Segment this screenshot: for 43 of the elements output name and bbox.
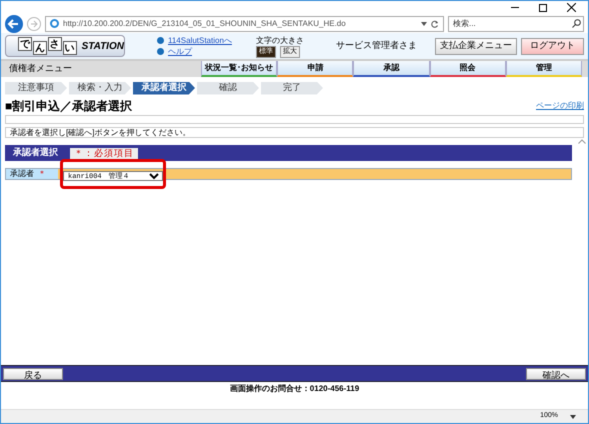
logo-character: さ: [48, 37, 62, 51]
nav-tab[interactable]: 状況一覧･お知らせ: [201, 61, 278, 77]
url-text: http://10.200.200.2/DEN/G_213104_05_01_SHOUNIN_SHA_SENTAKU_HE.do: [63, 18, 347, 30]
close-icon[interactable]: [567, 3, 576, 12]
nav-tab[interactable]: 管理: [506, 61, 582, 77]
menu-label: 債権者メニュー: [8, 62, 73, 76]
contact-text: 画面操作のお問合せ：0120-456-119: [228, 383, 360, 395]
step-item: 承認者選択: [133, 82, 195, 94]
logo-character: ん: [32, 41, 47, 55]
logo-word: STATION: [82, 40, 124, 54]
instruction-text: 承認者を選択し[確認へ]ボタンを押してください。: [5, 127, 584, 138]
section-title: 承認者選択: [13, 146, 58, 160]
refresh-icon[interactable]: [431, 20, 439, 28]
nav-tab[interactable]: 承認: [353, 61, 430, 77]
print-link[interactable]: ページの印刷: [536, 100, 584, 112]
nav-tab[interactable]: 申請: [277, 61, 354, 77]
menu-button[interactable]: 支払企業メニュー: [435, 38, 517, 54]
address-bar[interactable]: http://10.200.200.2/DEN/G_213104_05_01_SHOUNIN_SHA_SENTAKU_HE.do: [45, 16, 444, 32]
step-item: 検索・入力: [69, 82, 131, 94]
nav-tab[interactable]: 照会: [430, 61, 506, 77]
next-button[interactable]: 確認へ: [526, 368, 586, 380]
required-mark: ＊: [38, 168, 46, 180]
dropdown-icon[interactable]: [421, 22, 427, 26]
scroll-up-icon[interactable]: [578, 139, 586, 144]
page-title: ■割引申込／承認者選択: [5, 100, 132, 112]
step-item: 注意事項: [5, 82, 67, 94]
step-item: 完了: [261, 82, 323, 94]
maximize-icon[interactable]: [539, 4, 547, 12]
logout-button[interactable]: ログアウト: [521, 38, 584, 54]
user-name: サービス管理者さま: [336, 39, 417, 52]
search-field[interactable]: 検索...: [448, 16, 584, 32]
field-label: 承認者: [10, 168, 34, 180]
header-link[interactable]: ヘルプ: [168, 46, 192, 57]
back-button[interactable]: 戻る: [3, 368, 63, 380]
logo-character: で: [18, 37, 32, 51]
required-legend: ＊：必須項目: [70, 148, 138, 158]
font-size-label: 文字の大きさ: [256, 34, 304, 46]
logo-character: い: [62, 41, 77, 55]
logo[interactable]: で ん さ い STATION: [5, 35, 125, 57]
dropdown-icon[interactable]: [570, 414, 576, 418]
search-icon[interactable]: [572, 18, 581, 28]
step-item: 確認: [197, 82, 259, 94]
header-link[interactable]: 114SalutStationへ: [168, 35, 232, 46]
